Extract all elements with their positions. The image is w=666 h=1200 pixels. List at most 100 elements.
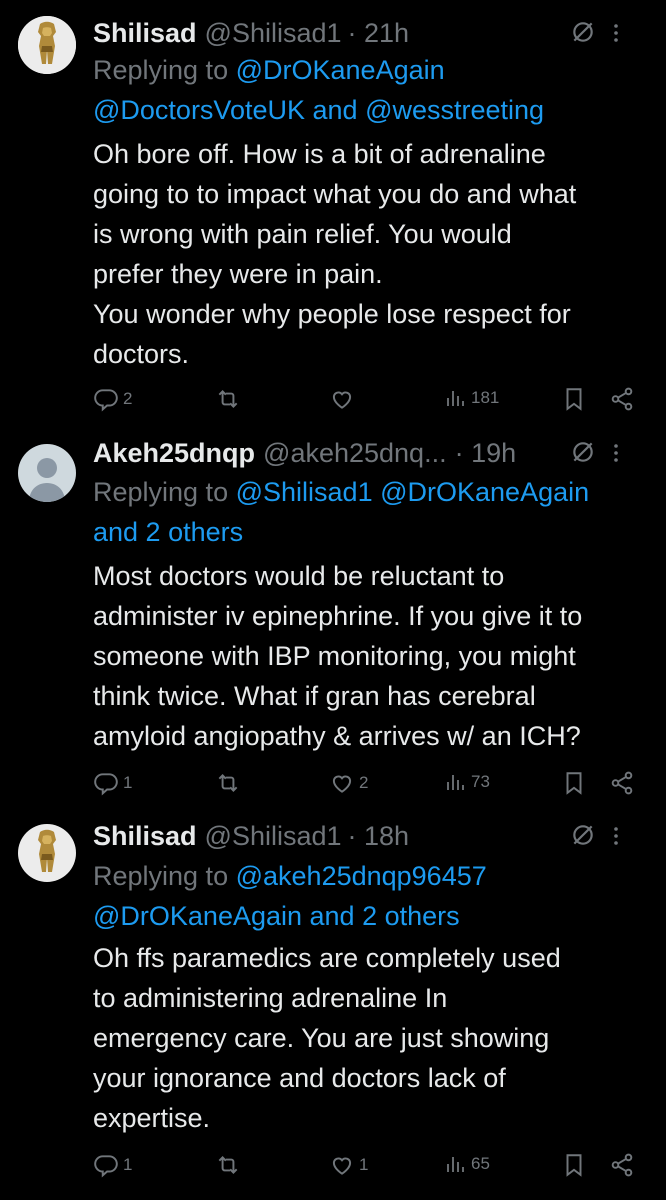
- like-button[interactable]: 2: [329, 770, 368, 796]
- reply-icon: [93, 770, 119, 796]
- tweet[interactable]: Shilisad @Shilisad1 · 21h Replying to @D…: [0, 0, 666, 430]
- user-handle[interactable]: @akeh25dnq...: [263, 438, 447, 469]
- views-button[interactable]: 181: [443, 386, 499, 410]
- retweet-button[interactable]: [215, 1152, 241, 1178]
- share-icon: [609, 770, 635, 796]
- share-icon: [609, 1152, 635, 1178]
- tweet-text-line: going to to impact what you do and what: [93, 179, 577, 209]
- reply-button[interactable]: 2: [93, 386, 132, 412]
- display-name[interactable]: Shilisad: [93, 18, 197, 49]
- retweet-icon: [215, 770, 241, 796]
- mention-link[interactable]: @Shilisad1: [236, 477, 373, 507]
- like-button[interactable]: 1: [329, 1152, 368, 1178]
- mention-link[interactable]: @wesstreeting: [365, 95, 544, 125]
- tweet[interactable]: Shilisad @Shilisad1 · 18h Replying to @a…: [0, 810, 666, 1200]
- reply-count: 1: [123, 773, 133, 792]
- views-icon: [443, 1152, 467, 1176]
- grok-icon[interactable]: [570, 19, 596, 52]
- user-handle[interactable]: @Shilisad1: [205, 18, 342, 49]
- tweet-text-line: your ignorance and doctors lack of: [93, 1063, 506, 1093]
- more-options-icon[interactable]: [604, 21, 628, 52]
- like-button[interactable]: [329, 386, 355, 412]
- avatar-image: [18, 16, 76, 74]
- tweet-text-line: is wrong with pain relief. You would: [93, 219, 512, 249]
- tweet-text-line: prefer they were in pain.: [93, 259, 383, 289]
- timestamp[interactable]: · 18h: [348, 821, 410, 852]
- display-name[interactable]: Akeh25dnqp: [93, 438, 255, 469]
- mention-link[interactable]: @akeh25dnqp96457: [236, 861, 487, 891]
- grok-icon[interactable]: [570, 439, 596, 472]
- retweet-button[interactable]: [215, 770, 241, 796]
- avatar-image: [18, 824, 76, 882]
- tweet-text-line: expertise.: [93, 1103, 211, 1133]
- more-options-icon[interactable]: [604, 824, 628, 855]
- bookmark-icon: [561, 386, 587, 412]
- tweet-text-line: administer iv epinephrine. If you give i…: [93, 601, 583, 631]
- retweet-icon: [215, 386, 241, 412]
- replying-to-label: Replying to: [93, 477, 229, 507]
- avatar[interactable]: [18, 16, 76, 74]
- views-count: 181: [471, 388, 500, 407]
- replying-to-line2: and 2 others: [93, 512, 646, 552]
- tweet-header: Akeh25dnqp @akeh25dnq... · 19h: [93, 433, 646, 473]
- and-label: and: [312, 95, 358, 125]
- avatar[interactable]: [18, 444, 76, 502]
- replying-to-label: Replying to: [93, 55, 229, 85]
- tweet-text-line: Oh bore off. How is a bit of adrenaline: [93, 139, 546, 169]
- tweet-text: Most doctors would be reluctant to admin…: [93, 556, 646, 756]
- retweet-button[interactable]: [215, 386, 241, 412]
- views-icon: [443, 386, 467, 410]
- bookmark-icon: [561, 770, 587, 796]
- action-bar: 2 181: [93, 386, 653, 416]
- user-handle[interactable]: @Shilisad1: [205, 821, 342, 852]
- tweet-header: Shilisad @Shilisad1 · 18h: [93, 816, 646, 856]
- reply-count: 1: [123, 1155, 133, 1174]
- tweet-header: Shilisad @Shilisad1 · 21h: [93, 13, 646, 53]
- views-count: 73: [471, 772, 490, 791]
- tweet[interactable]: Akeh25dnqp @akeh25dnq... · 19h Replying …: [0, 430, 666, 810]
- timestamp[interactable]: · 19h: [455, 438, 517, 469]
- share-button[interactable]: [609, 770, 635, 796]
- more-options-icon[interactable]: [604, 441, 628, 472]
- grok-icon[interactable]: [570, 822, 596, 855]
- mention-link[interactable]: @DoctorsVoteUK: [93, 95, 305, 125]
- reply-button[interactable]: 1: [93, 1152, 132, 1178]
- tweet-text-line: someone with IBP monitoring, you might: [93, 641, 576, 671]
- bookmark-button[interactable]: [561, 1152, 587, 1178]
- views-count: 65: [471, 1154, 490, 1173]
- heart-icon: [329, 1152, 355, 1178]
- replying-to: Replying to @akeh25dnqp96457: [93, 856, 646, 896]
- views-button[interactable]: 73: [443, 770, 490, 794]
- default-avatar-icon: [18, 444, 76, 502]
- replying-to-line2: @DrOKaneAgain and 2 others: [93, 896, 646, 936]
- reply-icon: [93, 1152, 119, 1178]
- replying-to: Replying to @DrOKaneAgain: [93, 50, 646, 90]
- reply-button[interactable]: 1: [93, 770, 132, 796]
- tweet-text-line: emergency care. You are just showing: [93, 1023, 550, 1053]
- avatar[interactable]: [18, 824, 76, 882]
- like-count: 1: [359, 1155, 369, 1174]
- tweet-text-line: doctors.: [93, 339, 190, 369]
- bookmark-button[interactable]: [561, 386, 587, 412]
- tweet-text-line: to administering adrenaline In: [93, 983, 448, 1013]
- tweet-text-line: think twice. What if gran has cerebral: [93, 681, 536, 711]
- reply-icon: [93, 386, 119, 412]
- tweet-text-line: Oh ffs paramedics are completely used: [93, 943, 561, 973]
- others-link[interactable]: and 2 others: [93, 517, 243, 547]
- share-button[interactable]: [609, 1152, 635, 1178]
- retweet-icon: [215, 1152, 241, 1178]
- timestamp[interactable]: · 21h: [348, 18, 410, 49]
- reply-count: 2: [123, 389, 133, 408]
- tweet-text: Oh ffs paramedics are completely used to…: [93, 938, 646, 1138]
- replying-to: Replying to @Shilisad1 @DrOKaneAgain: [93, 472, 646, 512]
- tweet-text: Oh bore off. How is a bit of adrenaline …: [93, 134, 646, 374]
- bookmark-button[interactable]: [561, 770, 587, 796]
- tweet-text-line: amyloid angiopathy & arrives w/ an ICH?: [93, 721, 581, 751]
- views-button[interactable]: 65: [443, 1152, 490, 1176]
- display-name[interactable]: Shilisad: [93, 821, 197, 852]
- mention-link[interactable]: @DrOKaneAgain and 2 others: [93, 901, 460, 931]
- mention-link[interactable]: @DrOKaneAgain: [236, 55, 445, 85]
- views-icon: [443, 770, 467, 794]
- share-button[interactable]: [609, 386, 635, 412]
- mention-link[interactable]: @DrOKaneAgain: [380, 477, 589, 507]
